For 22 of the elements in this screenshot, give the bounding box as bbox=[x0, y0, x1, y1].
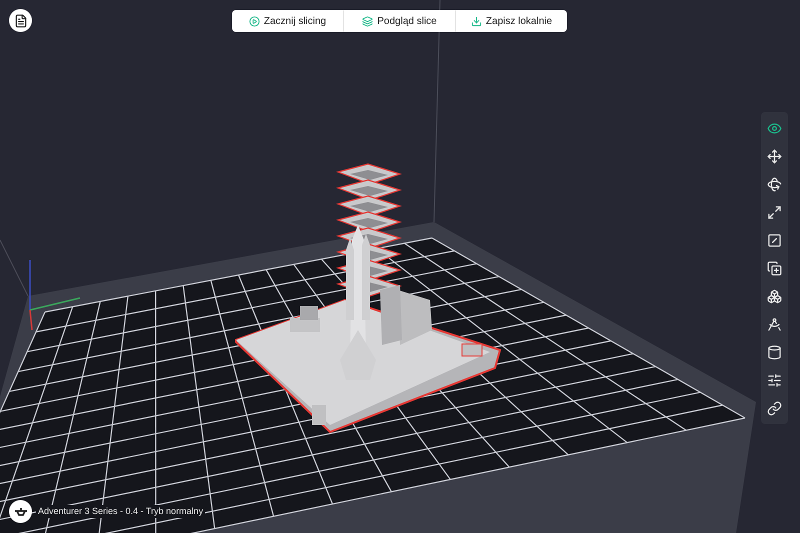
copy-icon bbox=[767, 260, 782, 276]
toolbar-button[interactable]: Podgląd slice bbox=[343, 10, 455, 32]
eye-icon bbox=[767, 120, 782, 136]
sliders-icon bbox=[767, 372, 782, 388]
layers-icon bbox=[362, 16, 374, 26]
document-icon bbox=[14, 14, 28, 28]
move-icon bbox=[767, 148, 782, 164]
rotate-icon bbox=[767, 176, 782, 192]
cylinder-icon bbox=[767, 344, 782, 360]
download-icon bbox=[470, 16, 482, 26]
toolbar-button[interactable]: Zacznij slicing bbox=[232, 10, 343, 32]
scale-icon bbox=[767, 204, 782, 220]
printer-status: Adventurer 3 Series - 0.4 - Tryb normalny bbox=[36, 504, 206, 518]
play-icon bbox=[248, 16, 260, 26]
cube-icon bbox=[767, 288, 782, 304]
toolbar-button[interactable]: Zapisz lokalnie bbox=[455, 10, 567, 32]
wall-edge-line bbox=[0, 240, 28, 296]
printer-icon bbox=[14, 506, 28, 516]
link-icon bbox=[767, 400, 782, 416]
file-button[interactable] bbox=[9, 9, 32, 32]
compass-icon bbox=[767, 316, 782, 332]
axis-gizmo-drawing bbox=[29, 260, 80, 330]
